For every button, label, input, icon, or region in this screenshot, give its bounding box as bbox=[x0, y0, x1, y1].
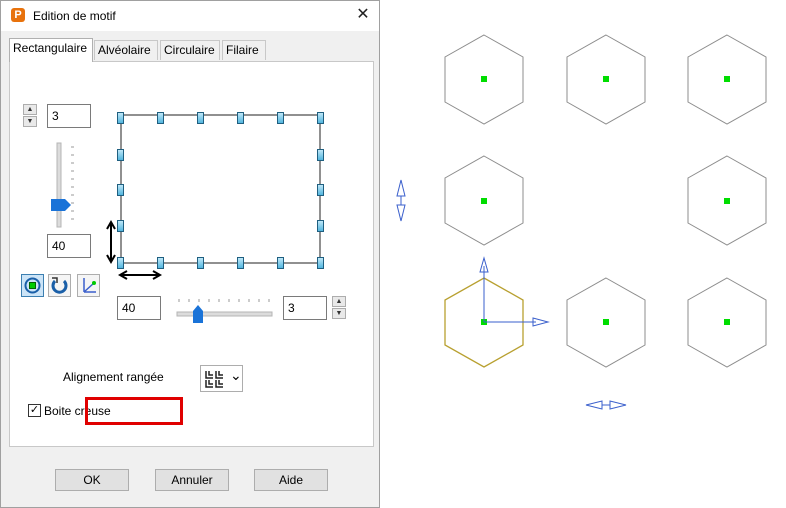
center-point bbox=[724, 319, 730, 325]
grid-handle[interactable] bbox=[117, 220, 124, 232]
center-point bbox=[481, 76, 487, 82]
target-icon bbox=[24, 277, 41, 294]
highlight-box bbox=[85, 397, 183, 425]
center-point bbox=[603, 76, 609, 82]
rows-decrease-button[interactable]: ▼ bbox=[23, 116, 37, 127]
center-point bbox=[724, 198, 730, 204]
grid-handle[interactable] bbox=[197, 257, 204, 269]
grid-handle[interactable] bbox=[277, 112, 284, 124]
cols-count-field[interactable]: 3 bbox=[283, 296, 327, 320]
grid-handle[interactable] bbox=[117, 149, 124, 161]
chevron-down-icon: ⌄ bbox=[230, 367, 242, 383]
grid-handle[interactable] bbox=[117, 112, 124, 124]
center-point bbox=[481, 198, 487, 204]
spin-up-icon: ▲ bbox=[26, 106, 34, 113]
alignment-label: Alignement rangée bbox=[63, 370, 164, 384]
spin-down-icon: ▼ bbox=[335, 310, 343, 317]
pattern-canvas bbox=[396, 34, 767, 410]
cancel-button[interactable]: Annuler bbox=[155, 469, 229, 491]
slider-thumb[interactable] bbox=[193, 305, 203, 323]
axis-icon bbox=[83, 278, 96, 293]
rotate-icon bbox=[51, 277, 68, 294]
slider-thumb[interactable] bbox=[51, 199, 71, 211]
axis-mode-button[interactable] bbox=[77, 274, 100, 297]
pattern-preview bbox=[106, 114, 321, 280]
grid-handle[interactable] bbox=[237, 257, 244, 269]
row-spacing-field[interactable]: 40 bbox=[47, 234, 91, 258]
spin-down-icon: ▼ bbox=[26, 118, 34, 125]
cols-decrease-button[interactable]: ▼ bbox=[332, 308, 346, 319]
ok-button[interactable]: OK bbox=[55, 469, 129, 491]
horizontal-resize-handle[interactable] bbox=[585, 400, 627, 410]
grid-handle[interactable] bbox=[317, 184, 324, 196]
grid-handle[interactable] bbox=[317, 149, 324, 161]
rectangular-mode-button[interactable] bbox=[21, 274, 44, 297]
grid-handle[interactable] bbox=[277, 257, 284, 269]
col-spacing-field[interactable]: 40 bbox=[117, 296, 161, 320]
rows-increase-button[interactable]: ▲ bbox=[23, 104, 37, 115]
vertical-resize-handle[interactable] bbox=[396, 179, 406, 222]
hollow-box-checkbox[interactable]: ✓ bbox=[28, 404, 41, 417]
dialog-title: Edition de motif bbox=[33, 9, 116, 23]
title-bar: P Edition de motif ✕ bbox=[1, 1, 379, 31]
pattern-dialog: P Edition de motif ✕ Rectangulaire Alvéo… bbox=[0, 0, 380, 508]
row-alignment-icon bbox=[205, 371, 223, 388]
grid-handle[interactable] bbox=[317, 257, 324, 269]
app-logo-icon: P bbox=[11, 8, 25, 22]
vertical-spacing-slider[interactable] bbox=[45, 139, 85, 231]
tab-alveolaire[interactable]: Alvéolaire bbox=[94, 40, 158, 60]
rows-count-field[interactable]: 3 bbox=[47, 104, 91, 128]
tab-circulaire[interactable]: Circulaire bbox=[160, 40, 220, 60]
grid-handle[interactable] bbox=[317, 220, 324, 232]
grid-handle[interactable] bbox=[237, 112, 244, 124]
close-icon[interactable]: ✕ bbox=[351, 4, 375, 26]
rotate-mode-button[interactable] bbox=[48, 274, 71, 297]
horizontal-spacing-slider[interactable] bbox=[173, 293, 277, 325]
center-point bbox=[603, 319, 609, 325]
grid-handle[interactable] bbox=[317, 112, 324, 124]
grid-handle[interactable] bbox=[157, 257, 164, 269]
grid-handle[interactable] bbox=[117, 184, 124, 196]
tab-filaire[interactable]: Filaire bbox=[222, 40, 266, 60]
grid-handle[interactable] bbox=[157, 112, 164, 124]
cols-increase-button[interactable]: ▲ bbox=[332, 296, 346, 307]
center-point bbox=[724, 76, 730, 82]
alignment-dropdown[interactable]: ⌄ bbox=[200, 365, 243, 392]
grid-handle[interactable] bbox=[117, 257, 124, 269]
grid-handle[interactable] bbox=[197, 112, 204, 124]
spin-up-icon: ▲ bbox=[335, 298, 343, 305]
help-button[interactable]: Aide bbox=[254, 469, 328, 491]
tab-rectangulaire[interactable]: Rectangulaire bbox=[9, 38, 93, 62]
